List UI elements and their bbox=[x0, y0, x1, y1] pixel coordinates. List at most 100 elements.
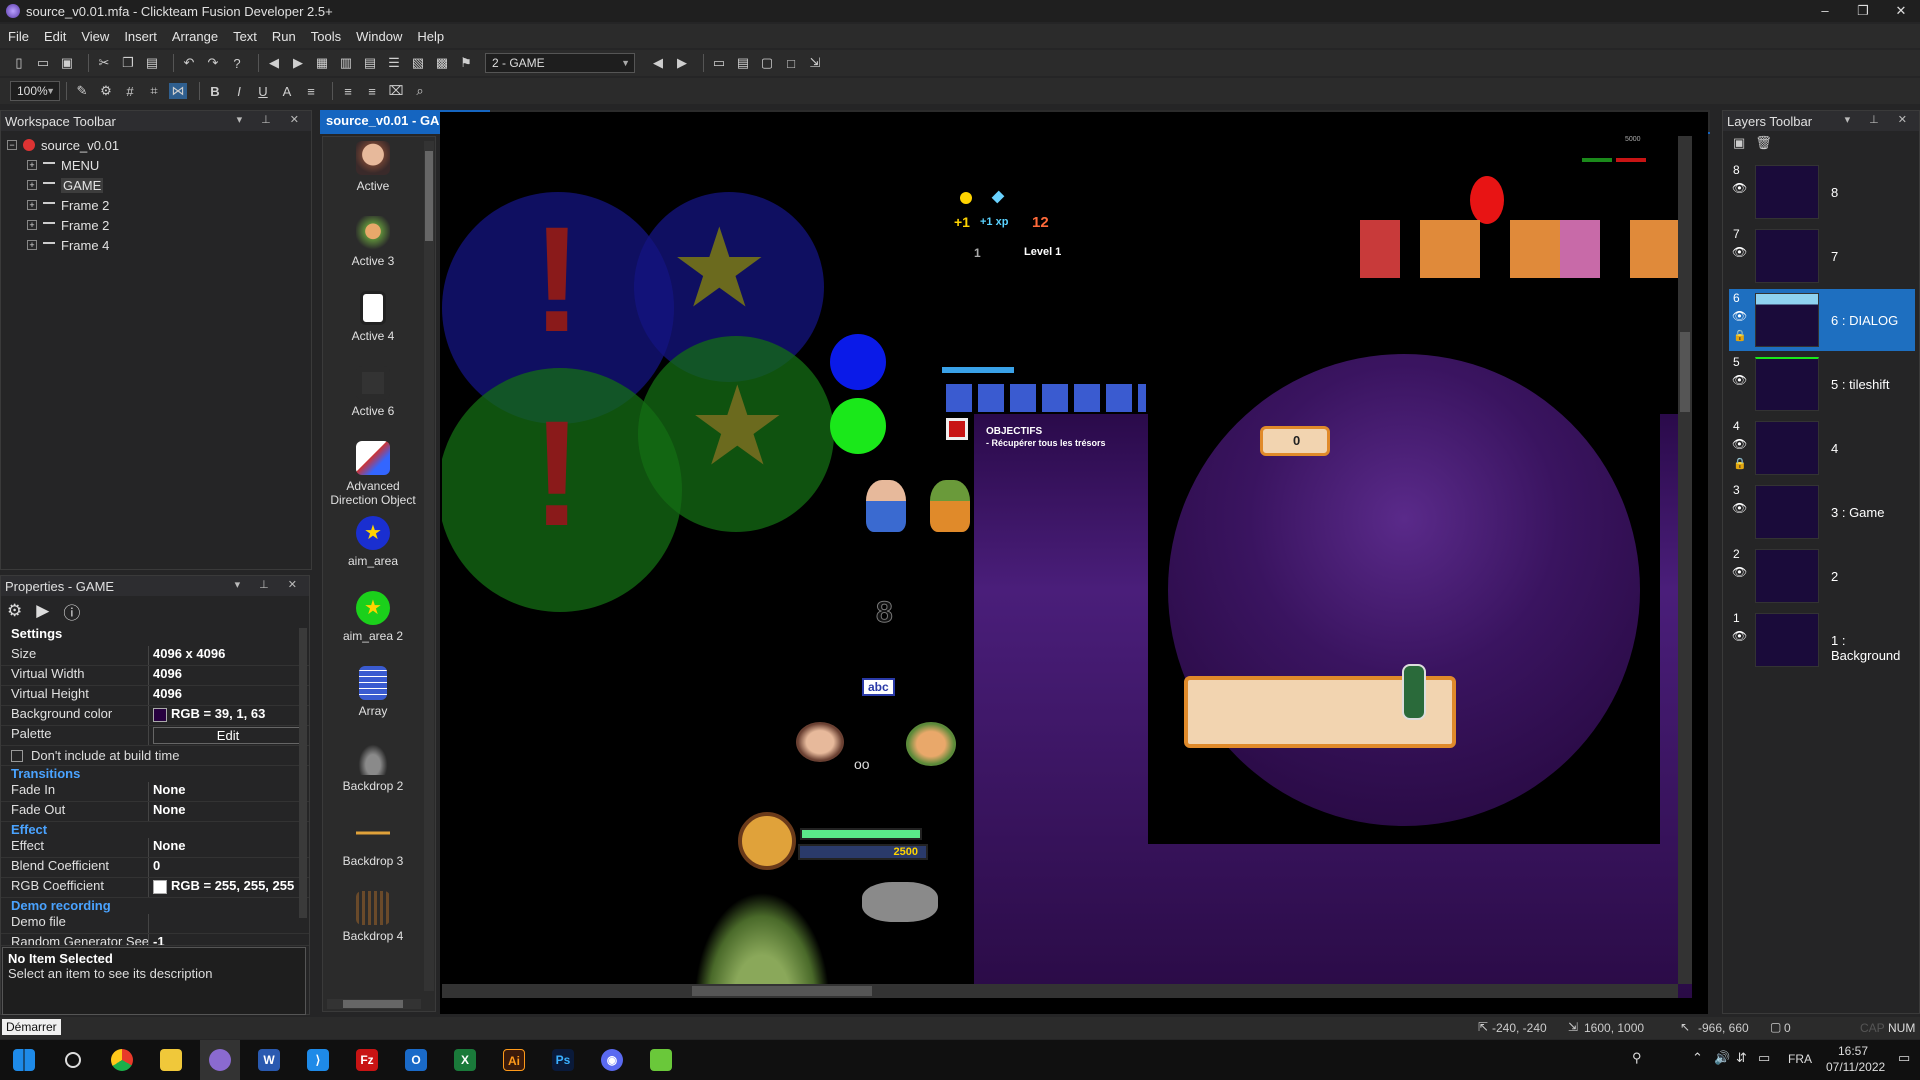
save-icon[interactable]: ▣ bbox=[58, 55, 76, 71]
text-align-icon[interactable]: ≡ bbox=[302, 83, 320, 99]
properties-scrollbar[interactable] bbox=[299, 628, 307, 918]
prop-row-size[interactable]: Size 4096 x 4096 bbox=[1, 646, 309, 666]
illustrator-icon[interactable]: Ai bbox=[494, 1040, 534, 1080]
network-icon[interactable]: ⇵ bbox=[1736, 1050, 1747, 1066]
event-editor-icon[interactable]: ▤ bbox=[361, 55, 379, 71]
object-advanced-direction[interactable]: Advanced Direction Object bbox=[323, 441, 423, 507]
object-backdrop-4[interactable]: Backdrop 4 bbox=[323, 891, 423, 943]
lock-icon[interactable]: 🔒 bbox=[1733, 329, 1747, 342]
next-frame-icon[interactable]: ▶ bbox=[673, 55, 691, 71]
prop-row-demo-file[interactable]: Demo file bbox=[1, 914, 309, 934]
align-icon[interactable]: ▤ bbox=[734, 55, 752, 71]
layer-row-8[interactable]: 8 👁 8 bbox=[1729, 161, 1915, 223]
data-elements-icon[interactable]: ▧ bbox=[409, 55, 427, 71]
canvas-hscroll[interactable] bbox=[442, 984, 1678, 998]
search-icon[interactable] bbox=[53, 1040, 93, 1080]
maximize-button[interactable]: ❐ bbox=[1844, 0, 1882, 22]
copy-icon[interactable]: ❐ bbox=[119, 55, 137, 71]
play-icon[interactable]: ▶ bbox=[36, 601, 49, 621]
object-backdrop-2[interactable]: Backdrop 2 bbox=[323, 741, 423, 793]
tree-item-frame4[interactable]: + Frame 4 bbox=[7, 235, 311, 255]
italic-icon[interactable]: I bbox=[230, 83, 248, 99]
chevron-up-icon[interactable]: ⌃ bbox=[1692, 1050, 1703, 1066]
font-icon[interactable]: A bbox=[278, 83, 296, 99]
object-toolbar-scrollbar[interactable] bbox=[424, 141, 434, 991]
prop-row-fade-in[interactable]: Fade In None bbox=[1, 782, 309, 802]
discord-icon[interactable]: ◉ bbox=[592, 1040, 632, 1080]
menu-file[interactable]: File bbox=[8, 29, 29, 44]
cut-icon[interactable]: ✂ bbox=[95, 55, 113, 71]
forward-icon[interactable]: ▶ bbox=[289, 55, 307, 71]
redo-icon[interactable]: ↷ bbox=[204, 55, 222, 71]
add-layer-icon[interactable]: ▣ bbox=[1733, 135, 1755, 150]
checkbox[interactable] bbox=[11, 749, 23, 762]
tree-item-game[interactable]: + GAME bbox=[7, 175, 311, 195]
eye-icon[interactable]: 👁 bbox=[1732, 181, 1747, 195]
help-icon[interactable]: ? bbox=[228, 55, 246, 71]
excel-icon[interactable]: X bbox=[445, 1040, 485, 1080]
underline-icon[interactable]: U bbox=[254, 83, 272, 99]
menu-window[interactable]: Window bbox=[356, 29, 402, 44]
frame-editor-icon[interactable]: ▥ bbox=[337, 55, 355, 71]
panel-controls[interactable]: ▾ ⊥ ✕ bbox=[235, 578, 305, 591]
windows-start-icon[interactable] bbox=[4, 1040, 44, 1080]
close-button[interactable]: ✕ bbox=[1882, 0, 1920, 22]
snap-icon[interactable]: ⌗ bbox=[145, 83, 163, 99]
prop-row-fade-out[interactable]: Fade Out None bbox=[1, 802, 309, 822]
align-right-icon[interactable]: ≡ bbox=[363, 83, 381, 99]
menu-text[interactable]: Text bbox=[233, 29, 257, 44]
menu-run[interactable]: Run bbox=[272, 29, 296, 44]
select-icon[interactable]: ▭ bbox=[710, 55, 728, 71]
tree-item-menu[interactable]: + MENU bbox=[7, 155, 311, 175]
notepad-icon[interactable] bbox=[641, 1040, 681, 1080]
menu-view[interactable]: View bbox=[81, 29, 109, 44]
grid-icon[interactable]: # bbox=[121, 83, 139, 99]
prop-row-background-color[interactable]: Background color RGB = 39, 1, 63 bbox=[1, 706, 309, 726]
object-array[interactable]: Array bbox=[323, 666, 423, 718]
search-icon[interactable]: ⌕ bbox=[411, 83, 429, 99]
eye-icon[interactable]: 👁 bbox=[1732, 437, 1747, 451]
filezilla-icon[interactable]: Fz bbox=[347, 1040, 387, 1080]
photoshop-icon[interactable]: Ps bbox=[543, 1040, 583, 1080]
vscode-icon[interactable]: ⟩ bbox=[298, 1040, 338, 1080]
panel-controls[interactable]: ▾ ⊥ ✕ bbox=[1845, 113, 1915, 126]
pen-icon[interactable]: ✎ bbox=[73, 83, 91, 99]
menu-tools[interactable]: Tools bbox=[311, 29, 341, 44]
frame-selector[interactable]: 2 - GAME ▼ bbox=[485, 53, 635, 73]
people-icon[interactable]: ⚲ bbox=[1632, 1050, 1642, 1066]
layer-row-4[interactable]: 4 👁 🔒 4 bbox=[1729, 417, 1915, 479]
export-icon[interactable]: ⇲ bbox=[806, 55, 824, 71]
align-left-icon[interactable]: ≡ bbox=[339, 83, 357, 99]
storyboard-icon[interactable]: ▦ bbox=[313, 55, 331, 71]
word-icon[interactable]: W bbox=[249, 1040, 289, 1080]
eye-icon[interactable]: 👁 bbox=[1732, 245, 1747, 259]
object-active[interactable]: Active bbox=[323, 141, 423, 193]
palette-edit-button[interactable]: Edit bbox=[153, 727, 303, 744]
info-icon[interactable]: ⓘ bbox=[63, 599, 80, 624]
prop-row-blend[interactable]: Blend Coefficient 0 bbox=[1, 858, 309, 878]
event-list-icon[interactable]: ☰ bbox=[385, 55, 403, 71]
prop-row-random[interactable]: Random Generator See -1 bbox=[1, 934, 309, 946]
layer-row-7[interactable]: 7 👁 7 bbox=[1729, 225, 1915, 287]
minimize-button[interactable]: – bbox=[1806, 0, 1844, 22]
object-aim-area-2[interactable]: ★ aim_area 2 bbox=[323, 591, 423, 643]
frame-canvas[interactable]: ! ! ★ ★ +1 +1 xp 12 1 Level 1 5000 OBJEC… bbox=[442, 136, 1692, 998]
language-indicator[interactable]: FRA bbox=[1788, 1052, 1812, 1066]
prop-row-virtual-height[interactable]: Virtual Height 4096 bbox=[1, 686, 309, 706]
prop-row-rgb[interactable]: RGB Coefficient RGB = 255, 255, 255 bbox=[1, 878, 309, 898]
prop-row-dont-include[interactable]: Don't include at build time bbox=[1, 746, 309, 766]
eye-icon[interactable]: 👁 bbox=[1732, 373, 1747, 387]
object-active-4[interactable]: Active 4 bbox=[323, 291, 423, 343]
paste-icon[interactable]: ▤ bbox=[143, 55, 161, 71]
eye-icon[interactable]: 👁 bbox=[1732, 501, 1747, 515]
tree-item-frame2b[interactable]: + Frame 2 bbox=[7, 215, 311, 235]
prop-row-effect[interactable]: Effect None bbox=[1, 838, 309, 858]
battery-icon[interactable]: ▭ bbox=[1758, 1050, 1770, 1066]
layer-row-6-dialog[interactable]: 6 👁 🔒 6 : DIALOG bbox=[1729, 289, 1915, 351]
clock-time[interactable]: 16:57 bbox=[1838, 1044, 1868, 1058]
eye-icon[interactable]: 👁 bbox=[1732, 309, 1747, 323]
canvas-vscroll[interactable] bbox=[1678, 136, 1692, 984]
clock-date[interactable]: 07/11/2022 bbox=[1826, 1060, 1885, 1074]
open-folder-icon[interactable]: ▭ bbox=[34, 55, 52, 71]
menu-insert[interactable]: Insert bbox=[124, 29, 157, 44]
